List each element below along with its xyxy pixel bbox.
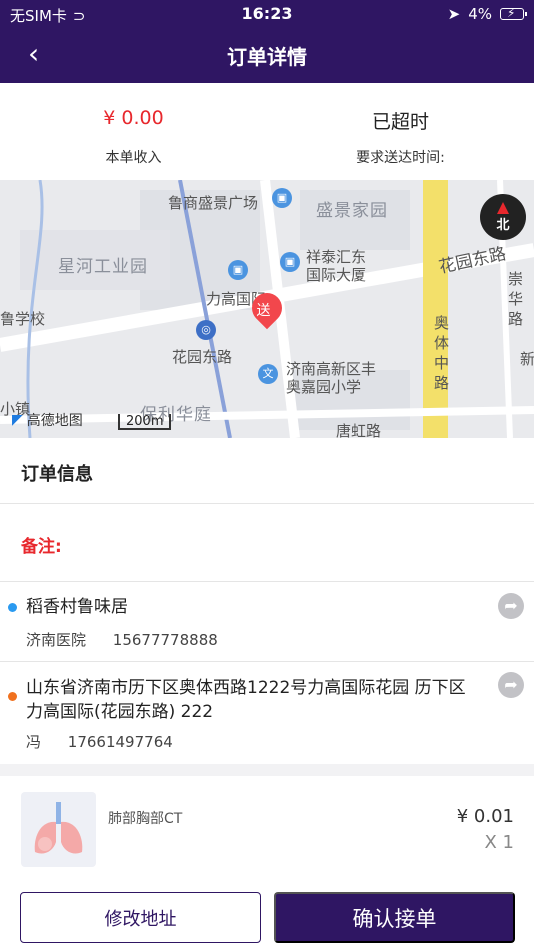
status-bar: 无SIM卡 ⊃ 16:23 ➤ 4% ⚡ — [0, 0, 534, 28]
metro-icon[interactable]: ◎ — [196, 320, 216, 340]
map-label: 唐虹路 — [336, 422, 382, 438]
nav-bar: ‹ 订单详情 — [0, 28, 534, 83]
deadline-value: 已超时 — [371, 111, 429, 133]
map-label: 盛景家园 — [316, 201, 388, 221]
map-label: 鲁商盛景广场 — [168, 194, 259, 212]
income-value: ¥ 0.00 — [103, 107, 164, 129]
remark-row: 备注: — [0, 504, 534, 582]
dropoff-address-text: 山东省济南市历下区奥体西路1222号力高国际花园 历下区力高国际(花园东路) 2… — [26, 678, 466, 722]
order-info-title: 订单信息 — [21, 464, 93, 485]
pickup-contact: 济南医院 — [26, 631, 87, 649]
order-summary: ¥ 0.00 本单收入 已超时 要求送达时间: — [0, 83, 534, 180]
map-label: 奥嘉园小学 — [286, 378, 362, 396]
goods-price: ¥ 0.01 — [456, 806, 514, 827]
map-label: 体 — [434, 334, 450, 352]
map-label: 鲁学校 — [0, 310, 46, 328]
map-scale: 200m — [118, 414, 172, 430]
battery-icon: ⚡ — [500, 6, 527, 20]
compass-icon[interactable]: 北 — [480, 194, 526, 240]
map-label: 路 — [508, 310, 524, 328]
map-brand: ◤ 高德地图 — [12, 412, 83, 429]
map-poi-icon[interactable]: ▣ — [228, 260, 248, 280]
order-info-header: 订单信息 — [0, 438, 534, 504]
top-bar: 无SIM卡 ⊃ 16:23 ➤ 4% ⚡ ‹ 订单详情 — [0, 0, 534, 83]
map-poi-icon[interactable]: ▣ — [272, 188, 292, 208]
confirm-order-button[interactable]: 确认接单 — [274, 892, 515, 943]
map-label: 奥 — [434, 314, 450, 332]
goods-name: 肺部胸部CT — [108, 811, 183, 827]
school-icon[interactable]: 文 — [258, 364, 278, 384]
income-label: 本单收入 — [105, 150, 162, 166]
lungs-icon — [34, 802, 83, 854]
battery-percent: 4% — [468, 5, 492, 23]
map-poi-icon[interactable]: ▣ — [280, 252, 300, 272]
pickup-phone[interactable]: 15677778888 — [113, 631, 218, 649]
edit-address-button[interactable]: 修改地址 — [20, 892, 261, 943]
map-label: 花园东路 — [172, 348, 233, 366]
income-block: ¥ 0.00 本单收入 — [0, 83, 267, 167]
goods-item: 肺部胸部CT ¥ 0.01 X 1 — [0, 776, 534, 884]
page-title: 订单详情 — [227, 45, 307, 69]
navigate-icon[interactable]: ➦ — [498, 672, 524, 698]
map-label: 路 — [434, 374, 450, 392]
dropoff-contact: 冯 — [26, 733, 42, 751]
dropoff-address: 山东省济南市历下区奥体西路1222号力高国际花园 历下区力高国际(花园东路) 2… — [0, 662, 534, 764]
navigate-icon[interactable]: ➦ — [498, 593, 524, 619]
amap-logo-icon: ◤ — [12, 412, 23, 428]
pickup-dot-icon — [8, 603, 17, 612]
map-label: 华 — [508, 290, 524, 308]
action-bar: 修改地址 确认接单 — [0, 884, 534, 950]
deadline-block: 已超时 要求送达时间: — [267, 83, 534, 167]
deadline-label: 要求送达时间: — [356, 150, 445, 166]
dropoff-phone[interactable]: 17661497764 — [68, 733, 173, 751]
map-view[interactable]: 鲁商盛景广场 盛景家园 星河工业园 祥泰汇东 国际大厦 力高国际 花园东路 鲁学… — [0, 180, 534, 438]
goods-qty: X 1 — [484, 832, 514, 853]
goods-thumbnail — [21, 792, 96, 867]
map-label: 崇 — [508, 270, 524, 288]
remark-label: 备注: — [21, 537, 62, 557]
map-label: 星河工业园 — [58, 257, 148, 277]
pickup-address: 稻香村鲁味居 济南医院 15677778888 ➦ — [0, 582, 534, 662]
map-label: 新 — [520, 350, 534, 368]
map-label: 国际大厦 — [306, 266, 367, 284]
location-arrow-icon: ➤ — [447, 5, 461, 23]
pickup-name: 稻香村鲁味居 — [26, 597, 128, 617]
dropoff-dot-icon — [8, 692, 17, 701]
map-label: 中 — [434, 354, 450, 372]
